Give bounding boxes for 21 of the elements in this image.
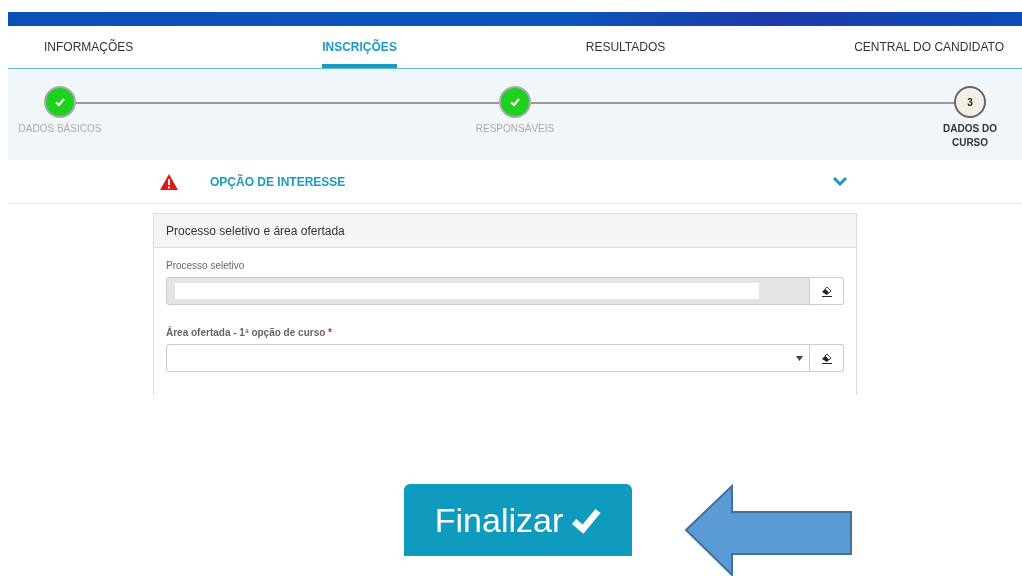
chevron-icon[interactable] xyxy=(833,177,847,186)
select-field[interactable] xyxy=(166,344,810,372)
field-label: Área ofertada - 1ª opção de curso * xyxy=(166,327,333,338)
eraser-icon xyxy=(820,352,833,364)
check-icon xyxy=(55,97,65,107)
nav-tab[interactable]: INFORMAÇÕES xyxy=(44,26,134,68)
clear-button[interactable] xyxy=(810,344,844,372)
field-label: Processo seletivo xyxy=(166,260,246,271)
required-mark: * xyxy=(328,327,332,338)
step-label: RESPONSÁVEIS xyxy=(475,122,555,136)
step-number: 3 xyxy=(967,96,973,108)
step-label: DADOS DO CURSO xyxy=(942,122,998,150)
arrow-icon xyxy=(684,484,854,576)
nav-tab[interactable]: RESULTADOS xyxy=(585,26,666,68)
dropdown-icon xyxy=(796,355,803,361)
step-label: DADOS BÁSICOS xyxy=(18,122,102,136)
card-title: Processo seletivo e área ofertada xyxy=(154,214,856,248)
eraser-icon xyxy=(820,285,833,297)
nav-tab[interactable]: CENTRAL DO CANDIDATO xyxy=(854,26,1004,68)
clear-button[interactable] xyxy=(810,277,844,305)
check-icon xyxy=(510,97,520,107)
